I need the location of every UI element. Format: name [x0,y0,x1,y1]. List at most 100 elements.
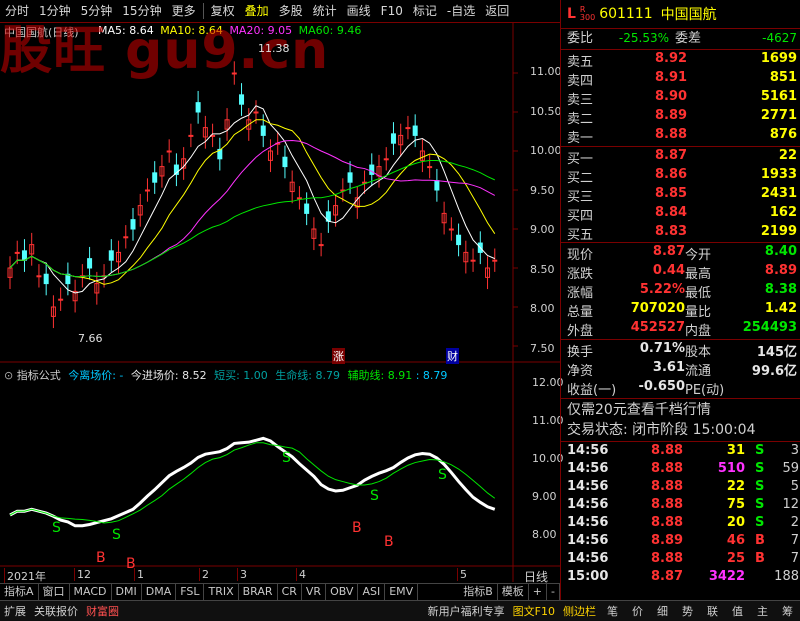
indicator-tab-13[interactable]: 指标B [459,584,498,600]
promo-text[interactable]: 仅需20元查看千档行情 [567,401,711,420]
candle [441,201,447,235]
tick-row: 14:56 8.88 22 S 5 [561,479,800,497]
tick-row: 14:56 8.89 46 B 7 [561,533,800,551]
promo-row[interactable]: 仅需20元查看千档行情 [561,401,800,420]
indicator-tab-12[interactable]: EMV [385,584,419,600]
tick-t: 14:56 [567,497,609,512]
candle [43,262,49,296]
bid-level-price[interactable]: 8.83 [655,224,687,239]
ask-level-price[interactable]: 8.89 [655,108,687,123]
bid-level-price[interactable]: 8.84 [655,205,687,220]
bid-level-price[interactable]: 8.85 [655,186,687,201]
stat-row-v2: 1.42 [764,301,797,316]
f10-button[interactable]: 图文F10 [509,603,559,619]
indicator-tab-2[interactable]: MACD [70,584,112,600]
indicator-tab-7[interactable]: BRAR [239,584,278,600]
new-user-welfare-button[interactable]: 新用户福利专享 [424,603,509,619]
life-line: 生命线: 8.79 [275,369,340,382]
candle [289,170,295,204]
y-tick-main: 8.50 [530,262,555,276]
expand-button[interactable]: 扩展 [0,603,30,619]
toolbar-item-11[interactable]: 标记 [408,0,442,22]
bid-level-price[interactable]: 8.87 [655,148,687,163]
tick-row: 14:56 8.88 20 S 2 [561,515,800,533]
ask-level-volume: 2771 [760,108,797,123]
side-tool-2[interactable]: 细 [650,603,675,619]
sell-signal: S [282,450,291,466]
tick-p: 8.88 [651,515,684,530]
indicator-tab-14[interactable]: 模板 [498,584,529,600]
candle [376,154,382,188]
bid-level: 买五 8.83 2199 [561,224,800,243]
candle [267,139,273,173]
kline-chart[interactable]: S SSSSB BBB [0,22,560,582]
indicator-tab-5[interactable]: FSL [176,584,205,600]
bid-level-price[interactable]: 8.86 [655,167,687,182]
stat2-row-l1: 换手 [567,345,594,360]
sell-signal: S [438,467,447,483]
indicator-tab-3[interactable]: DMI [112,584,142,600]
indicator-tab-4[interactable]: DMA [142,584,177,600]
candle [181,147,187,180]
bid-level: 买一 8.87 22 [561,148,800,167]
ask-level-price[interactable]: 8.92 [655,51,687,66]
ask-level: 卖四 8.91 851 [561,70,800,89]
bid-level-volume: 2431 [760,186,797,201]
ask-level-price[interactable]: 8.91 [655,70,687,85]
side-tool-1[interactable]: 价 [625,603,650,619]
toolbar-item-9[interactable]: 画线 [342,0,376,22]
collapse-icon[interactable]: ⊙ [4,369,13,382]
candle [29,232,35,266]
candle [463,240,469,274]
ask-level-label: 卖五 [567,55,594,70]
side-tool-7[interactable]: 筹 [775,603,800,619]
y-tick-indicator: 10.00 [532,452,564,465]
tick-v: 3422 [708,569,745,584]
candle [7,256,13,290]
y-tick-main: 7.50 [530,341,555,355]
tick-v: 75 [726,497,745,512]
stat-row-l2: 量比 [685,305,712,320]
indicator-tab-11[interactable]: ASI [358,584,386,600]
side-tool-6[interactable]: 主 [750,603,775,619]
y-tick-main: 9.00 [530,223,555,236]
side-tool-4[interactable]: 联 [700,603,725,619]
wealth-circle-button[interactable]: 财富圈 [82,603,123,619]
indicator-tab-1[interactable]: 窗口 [39,584,70,600]
indicator-tab-0[interactable]: 指标A [0,584,39,600]
indicator-tab-6[interactable]: TRIX [204,584,239,600]
indicator-tab-16[interactable]: - [547,584,560,600]
sidebar-button[interactable]: 侧边栏 [559,603,600,619]
marker-rise[interactable]: 涨 [332,348,345,364]
toolbar-item-13[interactable]: 返回 [480,0,514,22]
sell-signal: S [52,520,61,536]
buy-signal: B [384,534,394,550]
side-tool-3[interactable]: 势 [675,603,700,619]
indicator-tab-15[interactable]: + [529,584,548,600]
toolbar-item-12[interactable]: -自选 [442,0,480,22]
tick-t: 14:56 [567,551,609,566]
stat-row-v2: 8.40 [764,244,797,259]
tick-d: B [755,551,765,566]
low-price-label: 7.66 [78,332,103,345]
stat-row-l2: 今开 [685,248,712,263]
side-tool-5[interactable]: 值 [725,603,750,619]
tick-p: 8.88 [651,461,684,476]
marker-finance[interactable]: 财 [446,348,459,364]
indicator-tab-9[interactable]: VR [302,584,327,600]
toolbar-item-10[interactable]: F10 [376,0,408,22]
side-tool-0[interactable]: 笔 [600,603,625,619]
related-quote-button[interactable]: 关联报价 [30,603,82,619]
ask-level-volume: 876 [769,127,797,142]
ask-level: 卖三 8.90 5161 [561,89,800,108]
ask-level-price[interactable]: 8.88 [655,127,687,142]
indicator-tab-8[interactable]: CR [278,584,302,600]
indicator-tab-10[interactable]: OBV [326,584,359,600]
candle [188,123,194,148]
candle [470,248,476,272]
stat-row-l2: 内盘 [685,324,712,339]
indicator-name[interactable]: 指标公式 [17,369,61,382]
candle [456,223,462,257]
ask-level-price[interactable]: 8.90 [655,89,687,104]
stat-row-l1: 涨幅 [567,286,594,301]
